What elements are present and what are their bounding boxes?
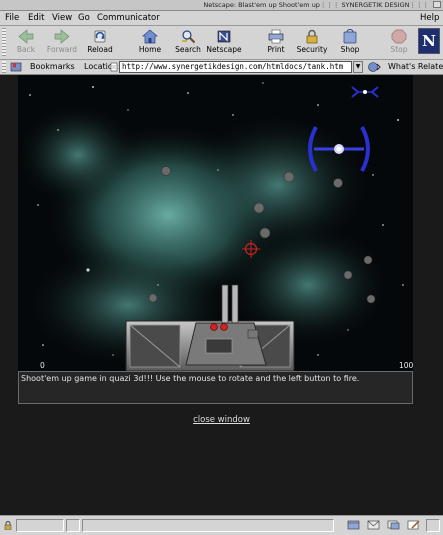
netscape-label: Netscape [206, 45, 242, 54]
location-bar-grip[interactable] [2, 61, 6, 73]
reload-label: Reload [87, 45, 113, 54]
menu-bar: File Edit View Go Communicator Help [0, 11, 443, 26]
score-left: 0 [40, 361, 45, 370]
netscape-button[interactable]: Netscape [204, 27, 244, 57]
bookmarks-button[interactable]: Bookmarks [30, 60, 75, 74]
print-icon [268, 29, 284, 44]
whats-related-icon[interactable] [367, 61, 381, 73]
progress-field [16, 519, 64, 532]
home-button[interactable]: Home [130, 27, 170, 57]
stop-label: Stop [390, 45, 408, 54]
print-label: Print [267, 45, 285, 54]
shop-label: Shop [340, 45, 360, 54]
score-right: 100 [399, 361, 413, 370]
whats-related-button[interactable]: What's Related [388, 60, 443, 74]
window-control-button[interactable] [433, 1, 441, 8]
url-history-dropdown[interactable]: ▼ [353, 61, 363, 73]
page-proxy-icon[interactable] [110, 62, 118, 72]
netscape-icon [217, 30, 231, 43]
back-arrow-icon [18, 29, 34, 44]
back-label: Back [16, 45, 36, 54]
space-scene [18, 75, 413, 371]
search-label: Search [175, 45, 201, 54]
composer-icon[interactable] [406, 519, 421, 531]
security-button[interactable]: Security [292, 27, 332, 57]
url-input[interactable]: http://www.synergetikdesign.com/htmldocs… [119, 61, 352, 73]
component-bar-grip[interactable] [426, 519, 440, 532]
search-icon [182, 30, 196, 44]
menu-edit[interactable]: Edit [28, 11, 44, 25]
forward-arrow-icon [54, 29, 70, 44]
shop-button[interactable]: Shop [330, 27, 370, 57]
status-bar [0, 515, 443, 535]
menu-view[interactable]: View [52, 11, 72, 25]
stop-button[interactable]: Stop [379, 27, 419, 57]
reload-icon [94, 30, 106, 43]
bookmarks-icon[interactable] [10, 62, 22, 72]
back-button[interactable]: Back [6, 27, 46, 57]
stop-icon [391, 29, 407, 44]
game-description: Shoot'em up game in quazi 3d!!! Use the … [18, 371, 413, 404]
search-button[interactable]: Search [168, 27, 208, 57]
menu-file[interactable]: File [5, 11, 19, 25]
location-bar: Bookmarks Location: http://www.synergeti… [0, 60, 443, 75]
home-label: Home [138, 45, 162, 54]
window-title-bar: Netscape: Blast'em up Shoot'em up⋮⋮⋮ SYN… [0, 0, 443, 11]
reload-button[interactable]: Reload [80, 27, 120, 57]
navigation-toolbar: Back Forward Reload Home Search Netscape… [0, 26, 443, 60]
netscape-logo[interactable]: N [418, 28, 440, 54]
forward-button[interactable]: Forward [42, 27, 82, 57]
security-lock-icon [306, 29, 318, 44]
forward-label: Forward [46, 45, 78, 54]
window-title: Netscape: Blast'em up Shoot'em up⋮⋮⋮ SYN… [203, 1, 429, 9]
game-canvas[interactable]: 0 100 [18, 75, 413, 371]
security-label: Security [296, 45, 328, 54]
newsgroups-icon[interactable] [386, 519, 401, 531]
page-content: 0 100 Shoot'em up game in quazi 3d!!! Us… [0, 75, 443, 515]
menu-go[interactable]: Go [78, 11, 90, 25]
security-lock-icon[interactable] [3, 520, 13, 530]
online-indicator[interactable] [66, 519, 80, 532]
mail-icon[interactable] [366, 519, 381, 531]
menu-help[interactable]: Help [420, 11, 439, 25]
status-message-field [82, 519, 334, 532]
print-button[interactable]: Print [256, 27, 296, 57]
home-icon [142, 29, 158, 44]
menu-communicator[interactable]: Communicator [97, 11, 160, 25]
navigator-icon[interactable] [346, 519, 361, 531]
shop-icon [343, 29, 357, 44]
close-window-link[interactable]: close window [0, 415, 443, 425]
